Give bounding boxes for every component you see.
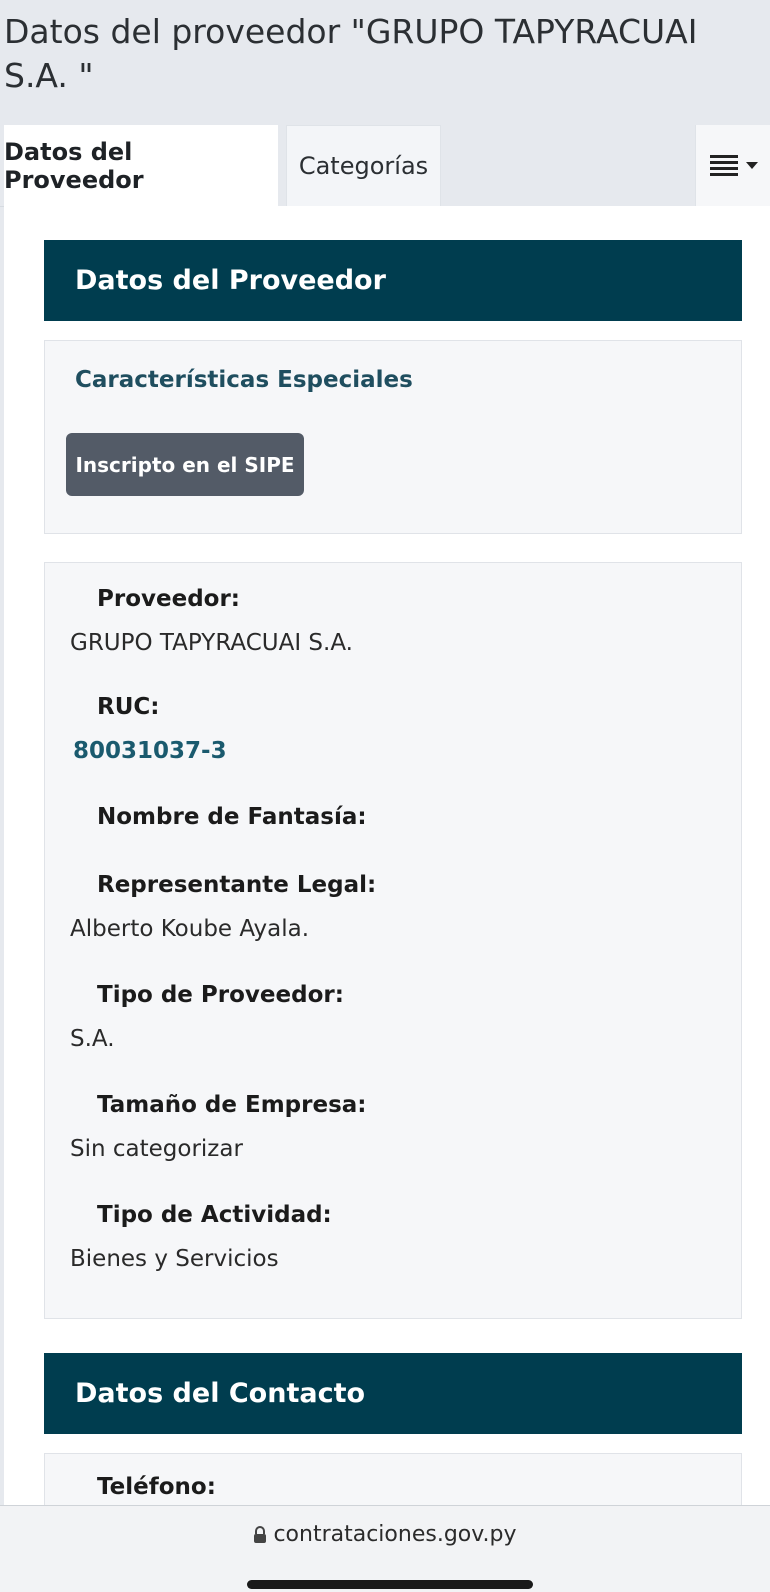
special-characteristics-title: Características Especiales — [75, 367, 413, 393]
legal-representative-value: Alberto Koube Ayala. — [70, 916, 310, 942]
tab-categorias[interactable]: Categorías — [286, 125, 441, 206]
browser-address-bar[interactable]: contrataciones.gov.py — [0, 1505, 770, 1592]
tab-bar: Datos del Proveedor Categorías — [0, 125, 770, 207]
activity-type-label: Tipo de Actividad: — [97, 1202, 332, 1228]
special-characteristics-panel: Características Especiales Inscripto en … — [44, 340, 742, 534]
hamburger-list-icon — [709, 154, 738, 176]
section-header-contact: Datos del Contacto — [44, 1353, 742, 1434]
url-text[interactable]: contrataciones.gov.py — [273, 1522, 516, 1547]
phone-label: Teléfono: — [97, 1474, 216, 1500]
main-content: Datos del Proveedor Características Espe… — [4, 206, 770, 1533]
tab-datos-del-proveedor[interactable]: Datos del Proveedor — [4, 125, 278, 207]
home-indicator[interactable] — [247, 1580, 533, 1589]
legal-representative-label: Representante Legal: — [97, 872, 377, 898]
fantasy-name-label: Nombre de Fantasía: — [97, 804, 367, 830]
sipe-status-badge: Inscripto en el SIPE — [66, 433, 304, 496]
company-size-value: Sin categorizar — [70, 1136, 243, 1162]
page-title: Datos del proveedor "GRUPO TAPYRACUAI S.… — [4, 12, 698, 95]
provider-details-panel: Proveedor: GRUPO TAPYRACUAI S.A. RUC: 80… — [44, 562, 742, 1319]
company-size-label: Tamaño de Empresa: — [97, 1092, 367, 1118]
url-row[interactable]: contrataciones.gov.py — [0, 1522, 770, 1547]
caret-down-icon — [745, 161, 758, 169]
ruc-link[interactable]: 80031037-3 — [73, 738, 227, 764]
lock-icon — [254, 1525, 267, 1543]
ruc-label: RUC: — [97, 694, 160, 720]
tab-menu-button[interactable] — [695, 125, 770, 206]
provider-value: GRUPO TAPYRACUAI S.A. — [70, 630, 353, 656]
provider-type-label: Tipo de Proveedor: — [97, 982, 344, 1008]
provider-label: Proveedor: — [97, 586, 240, 612]
activity-type-value: Bienes y Servicios — [70, 1246, 279, 1272]
section-header-provider: Datos del Proveedor — [44, 240, 742, 321]
provider-type-value: S.A. — [70, 1026, 115, 1052]
